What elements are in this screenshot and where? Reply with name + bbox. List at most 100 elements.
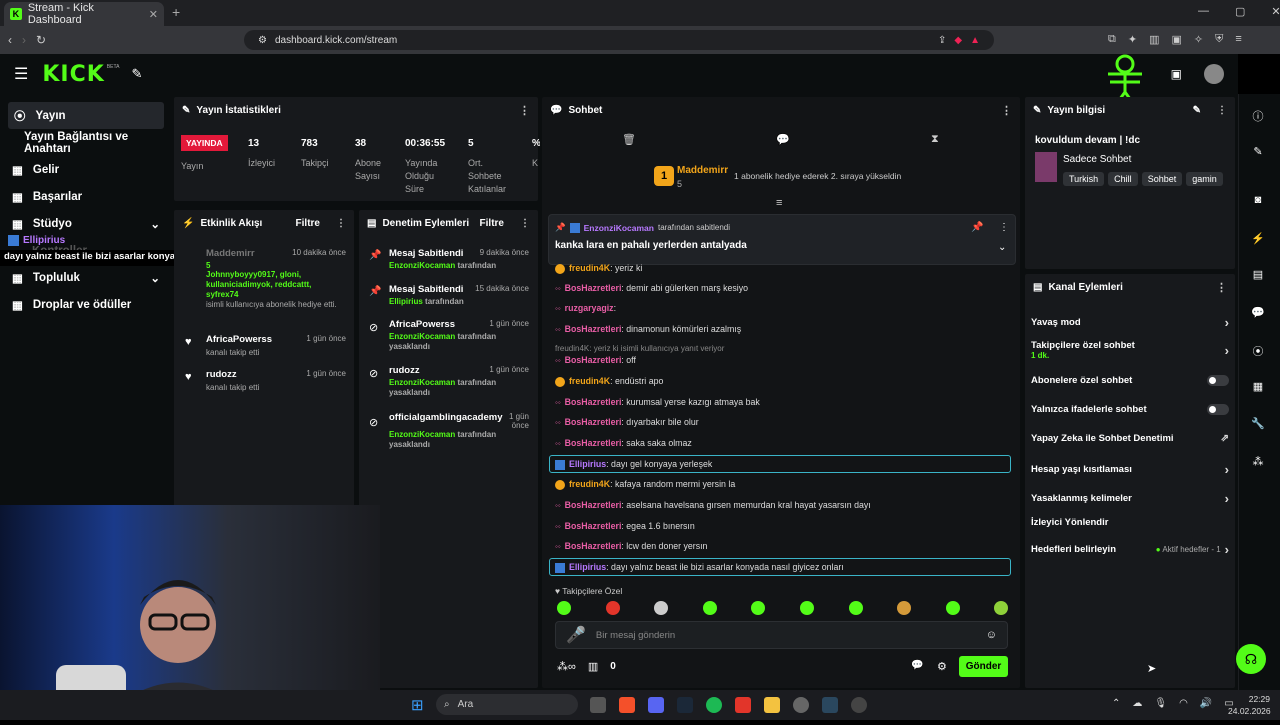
maximize-icon[interactable]: ▢ [1235,5,1245,18]
tools-icon[interactable]: ✎ [131,66,142,82]
action-followers-only[interactable]: Takipçilere özel sohbet 1 dk. › [1031,340,1229,360]
emote-icon[interactable] [945,601,960,615]
category-name[interactable]: Sadece Sohbet [1063,154,1131,165]
chat-settings-bubble-icon[interactable]: 💬 [911,660,923,671]
info-icon[interactable]: ⓘ [1251,108,1265,123]
cloud-icon[interactable]: ☁ [1132,698,1142,709]
stream-info-menu-icon[interactable]: ⋮ [1217,105,1227,116]
action-slow-mode[interactable]: Yavaş mod › [1031,315,1229,330]
chat-bubble-icon[interactable]: 💬 [776,133,790,146]
people-icon[interactable]: ⁂ [1251,455,1265,469]
collapse-icon[interactable]: ≡ [776,197,782,209]
menu-icon[interactable]: ≡ [1235,33,1241,46]
toggle-switch[interactable] [1207,404,1229,415]
chat-username[interactable]: BosHazretleri [565,397,622,407]
forward-icon[interactable]: › [22,33,26,47]
toggle-switch[interactable] [1207,375,1229,386]
wallet-icon[interactable]: ▣ [1171,33,1181,46]
broadcast-icon[interactable]: ⦿ [1251,343,1265,358]
mic-icon[interactable]: 🎙 [1154,698,1167,709]
send-button[interactable]: Gönder [959,656,1008,677]
share-icon[interactable]: ⇪ [938,35,946,46]
wifi-icon[interactable]: ◠ [1179,698,1188,709]
minimize-icon[interactable]: — [1198,5,1209,18]
action-subs-only[interactable]: Abonelere özel sohbet [1031,375,1229,386]
sidebar-item-stream-key[interactable]: Yayın Bağlantısı ve Anahtarı [0,129,172,156]
emote-icon[interactable] [605,601,620,615]
emote-icon[interactable] [848,601,863,615]
activity-filter-button[interactable]: Filtre [296,218,320,229]
chat-username[interactable]: BosHazretleri [565,324,622,334]
app-icon[interactable] [735,697,751,713]
edit-icon[interactable]: ✎ [1251,145,1265,159]
sidebar-item-droplar[interactable]: ▦ Droplar ve ödüller [0,291,172,318]
chat-username[interactable]: freudin4K [569,376,610,386]
task-view-icon[interactable] [590,697,606,713]
chat-username[interactable]: BosHazretleri [565,438,622,448]
ai-icon[interactable]: ✧ [1194,33,1203,46]
pinned-menu-icon[interactable]: ⋮ [999,222,1009,233]
reload-icon[interactable]: ↻ [36,33,46,47]
chat-username[interactable]: BosHazretleri [565,417,622,427]
chat-input[interactable]: 🎤 Bir mesaj gönderin ☺ [555,621,1008,649]
extension-icon[interactable]: ⧉ [1108,33,1116,46]
taskbar-search[interactable]: ⌕ Ara [436,694,578,715]
chat-username[interactable]: freudin4K [569,479,610,489]
camera-icon[interactable]: ◙ [1251,194,1265,208]
chat-username[interactable]: freudin4K [569,263,610,273]
moderation-menu-icon[interactable]: ⋮ [520,218,530,229]
points-icon[interactable]: ⁂∞ [557,660,576,673]
close-window-icon[interactable]: ✕ [1271,5,1280,18]
support-icon[interactable]: ☊ [1236,644,1266,674]
obs-icon[interactable] [851,697,867,713]
hourglass-icon[interactable]: ⧗ [931,133,939,146]
chat-menu-icon[interactable]: ⋮ [1001,104,1012,117]
store-icon[interactable]: ▥ [588,660,598,673]
emote-icon[interactable] [557,601,571,615]
channel-actions-menu-icon[interactable]: ⋮ [1216,281,1227,294]
chat-username[interactable]: ruzgaryagiz [565,303,614,313]
kick-logo[interactable]: KICK [42,62,104,87]
tag[interactable]: Turkish [1063,172,1105,186]
emote-icon[interactable] [702,601,717,615]
chevron-down-icon[interactable]: ⌄ [998,242,1006,253]
spotify-icon[interactable] [706,697,722,713]
action-account-age[interactable]: Hesap yaşı kısıtlaması › [1031,462,1229,477]
chat-username[interactable]: BosHazretleri [565,541,622,551]
action-emote-only[interactable]: Yalnızca ifadelerle sohbet [1031,404,1229,415]
sidebar-item-topluluk[interactable]: ▦ Topluluk ⌄ [0,264,172,291]
chevron-up-icon[interactable]: ⌃ [1112,698,1120,709]
action-banned-words[interactable]: Yasaklanmış kelimeler › [1031,491,1229,506]
browser-tab[interactable]: K Stream - Kick Dashboard ✕ [4,2,164,26]
windows-start-icon[interactable]: ⊞ [411,696,424,714]
file-explorer-icon[interactable] [764,697,780,713]
moderation-filter-button[interactable]: Filtre [480,218,504,229]
steam-icon-2[interactable] [822,697,838,713]
volume-icon[interactable]: 🔊 [1200,698,1212,709]
action-goals[interactable]: Hedefleri belirleyin ● Aktif hedefler - 1… [1031,542,1229,557]
sidebar-item-basarilar[interactable]: ▦ Başarılar [0,183,172,210]
activity-menu-icon[interactable]: ⋮ [336,218,346,229]
chat-username[interactable]: BosHazretleri [565,500,622,510]
lightning-icon[interactable]: ⚡ [1251,232,1265,246]
sidebar-item-gelir[interactable]: ▦ Gelir [0,156,172,183]
mic-icon[interactable]: 🎤 [566,625,586,645]
brave-shield-icon[interactable]: ◆ [954,35,962,46]
url-bar[interactable]: ⚙ dashboard.kick.com/stream ⇪ ◆ ▲ [244,30,994,50]
steam-icon[interactable] [677,697,693,713]
brave-icon[interactable] [619,697,635,713]
trash-icon[interactable]: 🗑 [622,133,636,146]
chat-username[interactable]: BosHazretleri [565,355,622,365]
stats-menu-icon[interactable]: ⋮ [519,104,530,117]
sidebar-item-yayin[interactable]: ⦿ Yayın [8,102,164,129]
tag[interactable]: Chill [1108,172,1138,186]
avatar[interactable] [1204,64,1224,84]
settings-icon[interactable] [793,697,809,713]
clipboard-icon[interactable]: ▤ [1251,268,1265,282]
action-ai-moderation[interactable]: Yapay Zeka ile Sohbet Denetimi ⇗ [1031,433,1229,444]
action-raid[interactable]: İzleyici Yönlendir [1031,517,1229,528]
hamburger-icon[interactable]: ☰ [14,64,28,84]
stream-preview-icon[interactable]: ▣ [1171,67,1182,81]
close-tab-icon[interactable]: ✕ [149,8,158,21]
moderation-icon[interactable]: ▦ [1251,380,1265,394]
